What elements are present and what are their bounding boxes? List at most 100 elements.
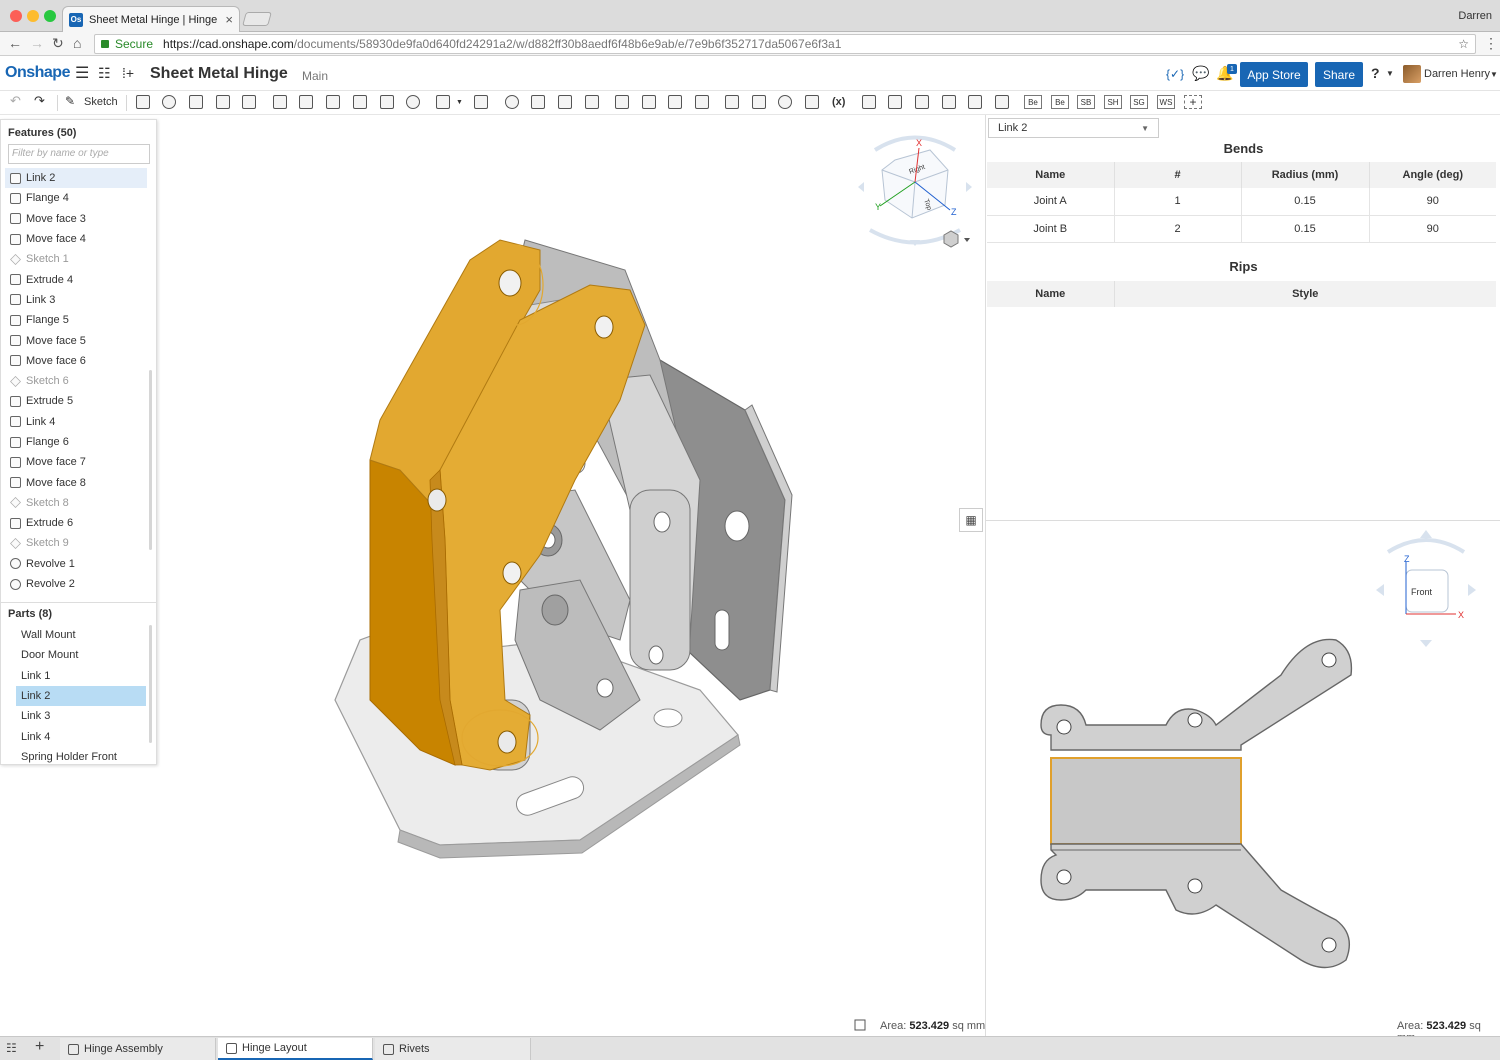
feature-item[interactable]: Move face 8 — [5, 472, 147, 492]
maximize-window-button[interactable] — [44, 10, 56, 22]
pattern-dropdown-icon[interactable]: ▼ — [456, 99, 463, 106]
url-input[interactable]: Secure https://cad.onshape.com /document… — [94, 34, 1476, 54]
feature-item[interactable]: Revolve 2 — [5, 574, 147, 594]
tab-hinge-layout[interactable]: Hinge Layout — [218, 1038, 373, 1060]
view-cube[interactable]: Right Top X Y Z — [858, 135, 972, 247]
table-row[interactable]: Joint B 2 0.15 90 — [987, 215, 1496, 243]
feature-item[interactable]: Flange 6 — [5, 432, 147, 452]
part-item[interactable]: Spring Holder Front — [16, 747, 146, 767]
bookmark-star-icon[interactable]: ☆ — [1458, 37, 1469, 51]
tab-manager-icon[interactable]: ☷ — [6, 1041, 17, 1055]
feature-item[interactable]: Move face 3 — [5, 209, 147, 229]
part-item[interactable]: Door Mount — [16, 645, 146, 665]
tab-hinge-assembly[interactable]: Hinge Assembly — [60, 1038, 216, 1060]
custom-feature-be-1[interactable]: Be — [1024, 95, 1042, 109]
bends-col-angle[interactable]: Angle (deg) — [1369, 162, 1496, 188]
feature-item[interactable]: Extrude 6 — [5, 513, 147, 533]
flat-cube-front-face[interactable]: Front — [1411, 587, 1433, 597]
sketch-button[interactable]: Sketch — [84, 96, 118, 108]
bends-col-radius[interactable]: Radius (mm) — [1241, 162, 1370, 188]
boolean-icon[interactable] — [505, 95, 519, 109]
feature-item[interactable]: Sketch 8 — [5, 493, 147, 513]
extrude-icon[interactable] — [136, 95, 150, 109]
delete-part-icon[interactable] — [585, 95, 599, 109]
measure-icon[interactable] — [854, 1019, 866, 1031]
move-face-icon[interactable] — [668, 95, 682, 109]
part-item[interactable]: Link 2 — [16, 685, 146, 707]
custom-feature-sb[interactable]: SB — [1077, 95, 1095, 109]
plane-icon[interactable] — [725, 95, 739, 109]
feature-item[interactable]: Flange 4 — [5, 188, 147, 208]
feature-item[interactable]: Move face 5 — [5, 330, 147, 350]
feature-item[interactable]: Move face 7 — [5, 452, 147, 472]
replace-face-icon[interactable] — [695, 95, 709, 109]
bend-radius[interactable]: 0.15 — [1241, 188, 1370, 216]
new-tab-button[interactable] — [242, 12, 272, 26]
share-button[interactable]: Share — [1315, 62, 1363, 87]
close-window-button[interactable] — [10, 10, 22, 22]
fillet-icon[interactable] — [273, 95, 287, 109]
rib-icon[interactable] — [353, 95, 367, 109]
branch-name[interactable]: Main — [302, 69, 328, 83]
forward-icon[interactable]: → — [30, 35, 44, 51]
flange-icon[interactable] — [888, 95, 902, 109]
import-icon[interactable] — [805, 95, 819, 109]
variable-icon[interactable]: (x) — [832, 96, 845, 108]
joint-icon[interactable] — [915, 95, 929, 109]
reload-icon[interactable]: ↻ — [52, 35, 64, 52]
feature-item[interactable]: Extrude 4 — [5, 269, 147, 289]
part-item[interactable]: Link 4 — [16, 726, 146, 746]
custom-feature-sg[interactable]: SG — [1130, 95, 1148, 109]
insert-icon[interactable]: ⁞+ — [122, 65, 134, 81]
part-select-dropdown[interactable]: Link 2 ▼ — [988, 118, 1159, 138]
feature-item[interactable]: Flange 5 — [5, 310, 147, 330]
add-custom-feature-icon[interactable]: + — [1184, 95, 1202, 109]
bend-angle[interactable]: 90 — [1369, 188, 1496, 216]
modify-fillet-icon[interactable] — [615, 95, 629, 109]
rips-col-name[interactable]: Name — [987, 281, 1115, 307]
home-icon[interactable]: ⌂ — [73, 35, 81, 51]
panel-splitter[interactable] — [986, 520, 1500, 521]
feature-item[interactable]: Link 4 — [5, 412, 147, 432]
feature-item[interactable]: Move face 6 — [5, 351, 147, 371]
user-menu-caret-icon[interactable]: ▼ — [1490, 70, 1498, 79]
custom-feature-sh[interactable]: SH — [1104, 95, 1122, 109]
chamfer-icon[interactable] — [299, 95, 313, 109]
mirror-icon[interactable] — [474, 95, 488, 109]
shell-icon[interactable] — [380, 95, 394, 109]
browser-user[interactable]: Darren — [1458, 10, 1492, 22]
part-item[interactable]: Wall Mount — [16, 625, 146, 645]
revolve-icon[interactable] — [162, 95, 176, 109]
user-name[interactable]: Darren Henry — [1424, 68, 1490, 80]
flat-view-cube[interactable]: Front Z X — [1376, 530, 1476, 655]
feature-item[interactable]: Sketch 1 — [5, 249, 147, 269]
feature-filter-input[interactable]: Filter by name or type — [8, 144, 150, 164]
user-avatar[interactable] — [1403, 65, 1421, 83]
graphics-viewport[interactable]: Right Top X Y Z — [157, 115, 985, 1036]
minimize-window-button[interactable] — [27, 10, 39, 22]
part-item[interactable]: Link 3 — [16, 706, 146, 726]
custom-feature-be-2[interactable]: Be — [1051, 95, 1069, 109]
feature-item[interactable]: Link 2 — [5, 168, 147, 189]
help-icon[interactable]: ? — [1371, 65, 1380, 81]
helix-icon[interactable] — [752, 95, 766, 109]
feature-item[interactable]: Revolve 1 — [5, 554, 147, 574]
feature-item[interactable]: Sketch 9 — [5, 533, 147, 553]
app-store-button[interactable]: App Store — [1240, 62, 1308, 87]
sweep-icon[interactable] — [189, 95, 203, 109]
loft-icon[interactable] — [216, 95, 230, 109]
flat-pattern-table-toggle[interactable]: ▦ — [959, 508, 983, 532]
redo-icon[interactable]: ↷ — [34, 93, 45, 109]
bend-radius[interactable]: 0.15 — [1241, 215, 1370, 243]
document-title[interactable]: Sheet Metal Hinge — [150, 65, 288, 83]
corner-icon[interactable] — [942, 95, 956, 109]
custom-feature-ws[interactable]: WS — [1157, 95, 1175, 109]
browser-tab[interactable]: Os Sheet Metal Hinge | Hinge Lay × — [62, 6, 240, 32]
tab-rivets[interactable]: Rivets — [375, 1038, 531, 1060]
help-caret-icon[interactable]: ▼ — [1386, 69, 1394, 78]
table-row[interactable]: Joint A 1 0.15 90 — [987, 188, 1496, 216]
feature-item[interactable]: Sketch 6 — [5, 371, 147, 391]
comment-icon[interactable]: 💬 — [1192, 65, 1209, 82]
hamburger-menu-icon[interactable]: ☰ — [75, 63, 89, 83]
close-tab-icon[interactable]: × — [225, 12, 233, 27]
